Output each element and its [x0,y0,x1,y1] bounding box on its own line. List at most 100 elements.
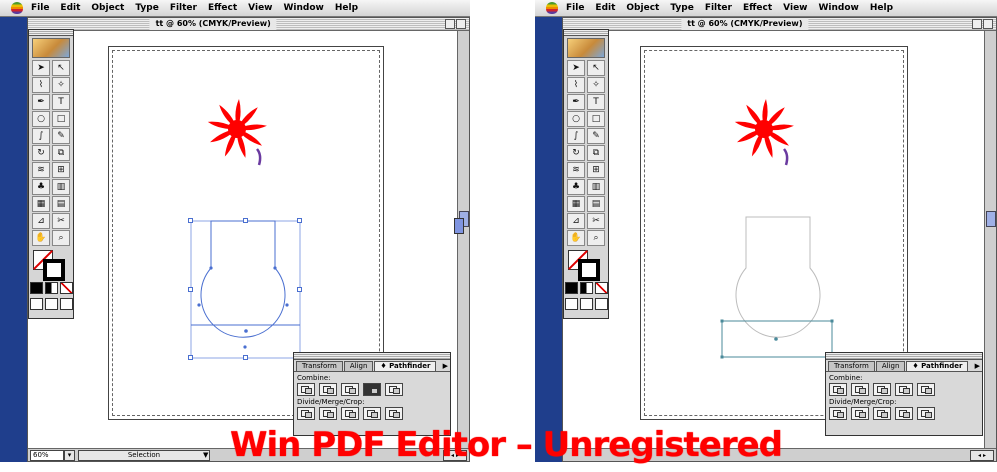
collapse-box-icon[interactable] [983,19,993,29]
palette-drag-bar[interactable] [294,353,450,360]
pen-tool-icon[interactable]: ✒ [567,94,585,110]
menu-file[interactable]: File [31,3,49,13]
palette-menu-arrow-icon[interactable]: ▶ [443,361,448,371]
mesh-tool-icon[interactable]: ▦ [32,196,50,212]
vertical-scroll-thumb[interactable] [986,211,996,227]
expand-button[interactable] [917,383,935,396]
zoom-tool-icon[interactable]: ⌕ [52,230,70,246]
eyedropper-tool-icon[interactable]: ⊿ [567,213,585,229]
standard-screen-icon[interactable] [29,298,43,310]
menu-type[interactable]: Type [670,3,693,13]
exclude-overlap-button[interactable] [895,383,913,396]
rectangle-tool-icon[interactable]: □ [587,111,605,127]
color-mode-icon[interactable] [564,282,578,294]
fill-stroke-swatches[interactable] [568,250,604,281]
symbol-tool-icon[interactable]: ♣ [567,179,585,195]
hand-tool-icon[interactable]: ✋ [567,230,585,246]
none-mode-icon[interactable] [594,282,608,294]
menu-type[interactable]: Type [135,3,158,13]
scale-tool-icon[interactable]: ⧉ [52,145,70,161]
eyedropper-tool-icon[interactable]: ⊿ [32,213,50,229]
menu-effect[interactable]: Effect [743,3,772,13]
warp-tool-icon[interactable]: ≋ [567,162,585,178]
tab-pathfinder[interactable]: ♦ Pathfinder [374,361,437,371]
scissors-tool-icon[interactable]: ✂ [52,213,70,229]
selection-tool-icon[interactable]: ➤ [567,60,585,76]
menu-object[interactable]: Object [91,3,124,13]
outline-button[interactable] [917,407,935,420]
status-field[interactable]: Selection [78,450,210,461]
tab-transform[interactable]: Transform [296,361,343,371]
magic-wand-tool-icon[interactable]: ✧ [52,77,70,93]
direct-selection-tool-icon[interactable]: ↖ [587,60,605,76]
none-mode-icon[interactable] [59,282,73,294]
type-tool-icon[interactable]: T [52,94,70,110]
intersect-shape-button[interactable] [341,383,359,396]
add-to-shape-button[interactable] [297,383,315,396]
color-mode-icon[interactable] [29,282,43,294]
trim-button[interactable] [319,407,337,420]
expand-button[interactable] [385,383,403,396]
menu-help[interactable]: Help [335,3,358,13]
selected-flask-path[interactable] [188,218,302,360]
menu-edit[interactable]: Edit [60,3,80,13]
pencil-tool-icon[interactable]: ✎ [52,128,70,144]
trim-button[interactable] [851,407,869,420]
toolbox-drag-bar[interactable] [564,30,608,36]
type-tool-icon[interactable]: T [587,94,605,110]
zoom-box-icon[interactable] [445,19,455,29]
warp-tool-icon[interactable]: ≋ [32,162,50,178]
pencil-tool-icon[interactable]: ✎ [587,128,605,144]
tab-pathfinder[interactable]: ♦ Pathfinder [906,361,969,371]
stroke-black-icon[interactable] [578,259,600,281]
flask-path[interactable] [735,216,821,338]
mesh-tool-icon[interactable]: ▦ [567,196,585,212]
rotate-tool-icon[interactable]: ↻ [567,145,585,161]
direct-selection-tool-icon[interactable]: ↖ [52,60,70,76]
divide-button[interactable] [829,407,847,420]
free-transform-tool-icon[interactable]: ⊞ [587,162,605,178]
menu-effect[interactable]: Effect [208,3,237,13]
subtract-from-shape-button[interactable] [319,383,337,396]
title-bar[interactable]: tt @ 60% (CMYK/Preview) [28,18,469,31]
menu-view[interactable]: View [248,3,272,13]
collapse-box-icon[interactable] [456,19,466,29]
menu-view[interactable]: View [783,3,807,13]
menu-window[interactable]: Window [283,3,323,13]
selected-rectangle-path[interactable] [720,319,834,359]
free-transform-tool-icon[interactable]: ⊞ [52,162,70,178]
rotate-tool-icon[interactable]: ↻ [32,145,50,161]
standard-screen-icon[interactable] [564,298,578,310]
divide-button[interactable] [297,407,315,420]
stroke-black-icon[interactable] [43,259,65,281]
graph-tool-icon[interactable]: ▥ [52,179,70,195]
full-screen-icon[interactable] [59,298,73,310]
menu-window[interactable]: Window [818,3,858,13]
toolbox-drag-bar[interactable] [29,30,73,36]
menu-object[interactable]: Object [626,3,659,13]
magic-wand-tool-icon[interactable]: ✧ [587,77,605,93]
full-screen-icon[interactable] [594,298,608,310]
fill-stroke-swatches[interactable] [33,250,69,281]
paintbrush-tool-icon[interactable]: ∫ [567,128,585,144]
apple-menu-icon[interactable] [546,2,558,14]
menu-filter[interactable]: Filter [170,3,197,13]
vertical-scrollbar[interactable] [984,31,996,448]
menu-help[interactable]: Help [870,3,893,13]
menu-edit[interactable]: Edit [595,3,615,13]
palette-menu-arrow-icon[interactable]: ▶ [975,361,980,371]
crop-button[interactable] [363,407,381,420]
tab-transform[interactable]: Transform [828,361,875,371]
tab-align[interactable]: Align [875,361,906,371]
gradient-mode-icon[interactable] [579,282,593,294]
lasso-tool-icon[interactable]: ⌇ [32,77,50,93]
menu-file[interactable]: File [566,3,584,13]
zoom-field[interactable]: 60% [30,450,64,461]
rectangle-tool-icon[interactable]: □ [52,111,70,127]
tab-align[interactable]: Align [343,361,374,371]
merge-button[interactable] [873,407,891,420]
zoom-tool-icon[interactable]: ⌕ [587,230,605,246]
symbol-tool-icon[interactable]: ♣ [32,179,50,195]
full-screen-menu-icon[interactable] [579,298,593,310]
ellipse-tool-icon[interactable]: ○ [32,111,50,127]
